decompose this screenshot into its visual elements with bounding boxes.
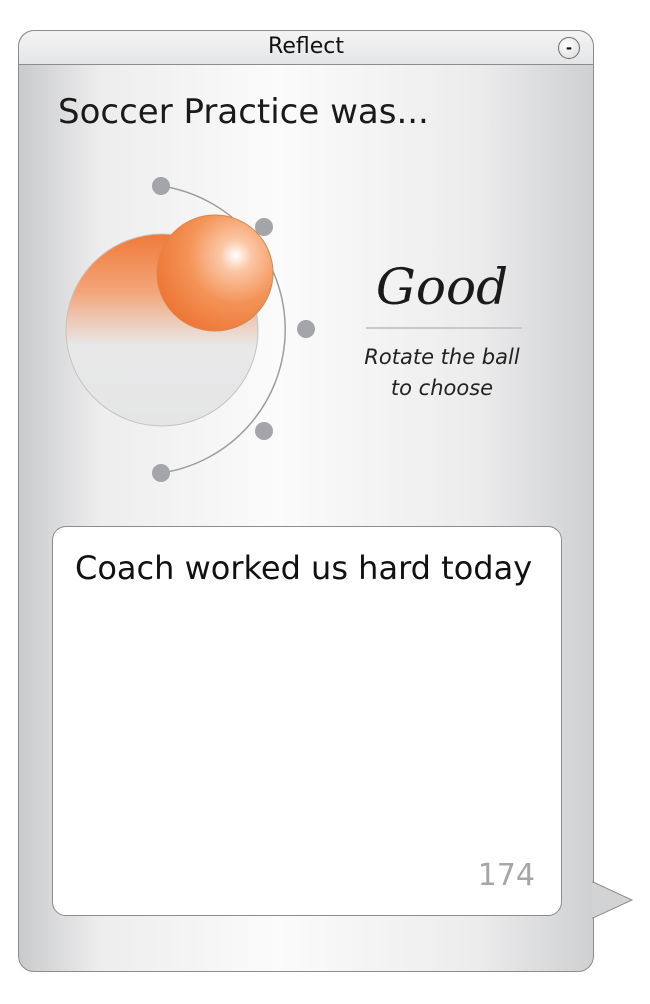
rating-step-dot[interactable] [152, 177, 170, 195]
rating-ball-handle[interactable] [156, 214, 274, 332]
rating-hint-line: Rotate the ball [364, 345, 520, 369]
rating-step-dot[interactable] [255, 422, 273, 440]
note-text-area[interactable]: Coach worked us hard today 174 [52, 526, 562, 916]
speech-bubble-tail [592, 881, 634, 919]
rating-dial[interactable] [0, 0, 650, 520]
rating-divider [366, 327, 522, 329]
rating-hint-line: to choose [390, 376, 494, 400]
rating-step-dot[interactable] [152, 464, 170, 482]
rating-value-label: Good [375, 258, 509, 316]
rating-step-dot[interactable] [297, 320, 315, 338]
note-text: Coach worked us hard today [75, 549, 533, 587]
rating-hint: Rotate the ball to choose [344, 342, 540, 404]
character-count: 174 [477, 858, 535, 893]
